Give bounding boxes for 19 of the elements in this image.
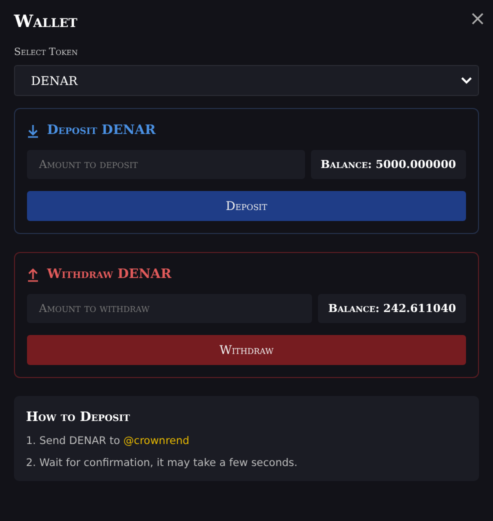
instruction-text: 1. Send DENAR to @crownrend xyxy=(26,435,190,447)
balance-label: Balance: 242.611040 xyxy=(318,294,466,323)
username-link[interactable]: @crownrend xyxy=(123,435,190,447)
chevron-down-icon xyxy=(461,77,472,84)
amount-field[interactable]: Amount to withdraw xyxy=(27,294,312,323)
upload-icon xyxy=(27,268,39,282)
field-label: Select Token xyxy=(14,47,78,58)
instruction-text: 2. Wait for confirmation, it may take a few seconds. xyxy=(26,457,298,469)
help-title: How to Deposit xyxy=(26,410,130,425)
section-title: Deposit DENAR xyxy=(47,123,156,138)
action-button[interactable]: Deposit xyxy=(27,191,466,221)
section-title: Withdraw DENAR xyxy=(47,267,172,282)
balance-label: Balance: 5000.000000 xyxy=(310,150,466,179)
download-icon xyxy=(27,124,39,138)
window-title: Wallet xyxy=(14,12,78,32)
close-button[interactable]: × xyxy=(469,8,486,28)
amount-field[interactable]: Amount to deposit xyxy=(27,150,305,179)
action-button[interactable]: Withdraw xyxy=(27,335,466,365)
token-select[interactable]: DENAR xyxy=(14,65,479,96)
